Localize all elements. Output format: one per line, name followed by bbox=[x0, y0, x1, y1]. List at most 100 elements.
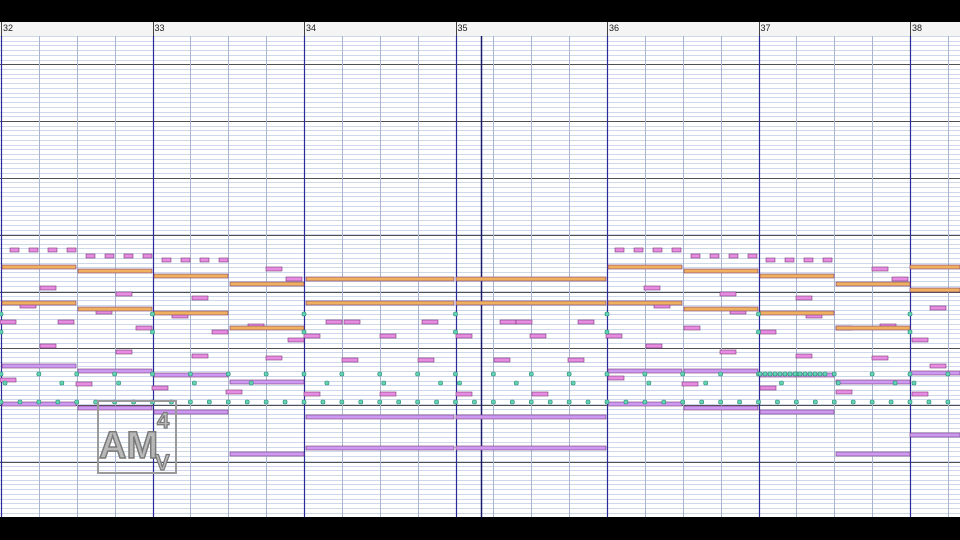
midi-note-short[interactable] bbox=[767, 371, 773, 377]
midi-note-short[interactable] bbox=[301, 329, 307, 335]
midi-note-short[interactable] bbox=[301, 311, 307, 317]
midi-note-short[interactable] bbox=[794, 399, 799, 405]
midi-note-long[interactable] bbox=[683, 306, 759, 312]
midi-note-short[interactable] bbox=[339, 399, 345, 405]
midi-note-short[interactable] bbox=[604, 329, 610, 335]
midi-note[interactable] bbox=[709, 253, 720, 259]
midi-note[interactable] bbox=[803, 257, 814, 263]
midi-note[interactable] bbox=[57, 319, 75, 325]
midi-note-short[interactable] bbox=[680, 371, 686, 377]
midi-note[interactable] bbox=[265, 355, 283, 361]
midi-note-long[interactable] bbox=[835, 325, 911, 331]
midi-note-short[interactable] bbox=[358, 399, 364, 405]
midi-note[interactable] bbox=[795, 295, 813, 301]
midi-note[interactable] bbox=[911, 337, 929, 343]
midi-note[interactable] bbox=[135, 325, 153, 331]
measure-ruler[interactable]: 32 33 34 35 36 37 38 bbox=[0, 22, 960, 37]
midi-note-short[interactable] bbox=[434, 399, 439, 405]
midi-note-long[interactable] bbox=[153, 310, 229, 316]
midi-note[interactable] bbox=[343, 319, 361, 325]
midi-note[interactable] bbox=[379, 391, 397, 397]
midi-note[interactable] bbox=[199, 257, 210, 263]
midi-note-short[interactable] bbox=[396, 399, 401, 405]
midi-note[interactable] bbox=[303, 333, 321, 339]
midi-note-long[interactable] bbox=[229, 325, 305, 331]
midi-note-short[interactable] bbox=[802, 371, 808, 377]
midi-note[interactable] bbox=[123, 253, 134, 259]
midi-note-short[interactable] bbox=[377, 371, 383, 377]
midi-note[interactable] bbox=[891, 276, 909, 282]
midi-note-short[interactable] bbox=[0, 371, 4, 377]
midi-note-short[interactable] bbox=[377, 399, 383, 405]
midi-note-short[interactable] bbox=[604, 399, 610, 405]
midi-note-short[interactable] bbox=[779, 380, 784, 386]
midi-note[interactable] bbox=[115, 349, 133, 355]
midi-note-short[interactable] bbox=[320, 399, 326, 405]
midi-note-short[interactable] bbox=[188, 371, 193, 377]
midi-note-short[interactable] bbox=[244, 399, 250, 405]
midi-note[interactable] bbox=[822, 257, 833, 263]
midi-note-short[interactable] bbox=[36, 399, 42, 405]
midi-note-short[interactable] bbox=[150, 329, 155, 335]
midi-note-long[interactable] bbox=[305, 300, 455, 306]
midi-note[interactable] bbox=[652, 247, 663, 253]
midi-note-long[interactable] bbox=[455, 300, 607, 306]
midi-note[interactable] bbox=[633, 247, 644, 253]
midi-note[interactable] bbox=[115, 291, 133, 297]
midi-note-short[interactable] bbox=[74, 399, 80, 405]
midi-note-short[interactable] bbox=[661, 399, 667, 405]
midi-note-long[interactable] bbox=[305, 414, 455, 420]
midi-note[interactable] bbox=[929, 305, 947, 311]
midi-note-short[interactable] bbox=[74, 371, 80, 377]
midi-note[interactable] bbox=[341, 357, 359, 363]
midi-note-short[interactable] bbox=[472, 399, 477, 405]
midi-note-short[interactable] bbox=[792, 371, 798, 377]
midi-note-short[interactable] bbox=[457, 380, 462, 386]
midi-note-short[interactable] bbox=[623, 399, 629, 405]
midi-note[interactable] bbox=[929, 363, 947, 369]
midi-note-long[interactable] bbox=[1, 363, 77, 369]
midi-note[interactable] bbox=[225, 389, 243, 395]
midi-note-short[interactable] bbox=[528, 371, 534, 377]
midi-note-short[interactable] bbox=[850, 399, 856, 405]
midi-note-short[interactable] bbox=[797, 371, 803, 377]
midi-note[interactable] bbox=[795, 353, 813, 359]
midi-note-short[interactable] bbox=[835, 380, 841, 386]
midi-note[interactable] bbox=[9, 247, 20, 253]
midi-note-short[interactable] bbox=[381, 380, 387, 386]
midi-note-short[interactable] bbox=[514, 380, 519, 386]
midi-note[interactable] bbox=[303, 391, 321, 397]
midi-note-long[interactable] bbox=[759, 273, 835, 279]
midi-note[interactable] bbox=[719, 291, 737, 297]
midi-note-long[interactable] bbox=[909, 264, 960, 270]
midi-note[interactable] bbox=[531, 391, 549, 397]
midi-note-short[interactable] bbox=[757, 371, 763, 377]
midi-note-long[interactable] bbox=[229, 379, 305, 385]
midi-note-short[interactable] bbox=[945, 371, 951, 377]
midi-note[interactable] bbox=[719, 349, 737, 355]
midi-note-long[interactable] bbox=[683, 268, 759, 274]
midi-note[interactable] bbox=[577, 319, 595, 325]
midi-note-short[interactable] bbox=[945, 399, 951, 405]
midi-note[interactable] bbox=[39, 343, 57, 349]
midi-note[interactable] bbox=[911, 391, 929, 397]
midi-note-short[interactable] bbox=[339, 371, 345, 377]
midi-note-short[interactable] bbox=[888, 399, 894, 405]
midi-note-long[interactable] bbox=[455, 414, 607, 420]
midi-note[interactable] bbox=[515, 319, 533, 325]
midi-note[interactable] bbox=[455, 391, 473, 397]
midi-note-long[interactable] bbox=[305, 276, 455, 282]
midi-note-short[interactable] bbox=[510, 399, 515, 405]
midi-note[interactable] bbox=[265, 266, 283, 272]
midi-note[interactable] bbox=[151, 385, 169, 391]
midi-note-short[interactable] bbox=[453, 329, 458, 335]
midi-note[interactable] bbox=[211, 329, 229, 335]
midi-note-short[interactable] bbox=[787, 371, 793, 377]
midi-note-short[interactable] bbox=[59, 380, 65, 386]
midi-note-short[interactable] bbox=[831, 371, 837, 377]
midi-note-long[interactable] bbox=[759, 409, 835, 415]
midi-note[interactable] bbox=[455, 333, 473, 339]
midi-note-long[interactable] bbox=[909, 432, 960, 438]
midi-note-short[interactable] bbox=[869, 399, 875, 405]
midi-note[interactable] bbox=[142, 253, 153, 259]
